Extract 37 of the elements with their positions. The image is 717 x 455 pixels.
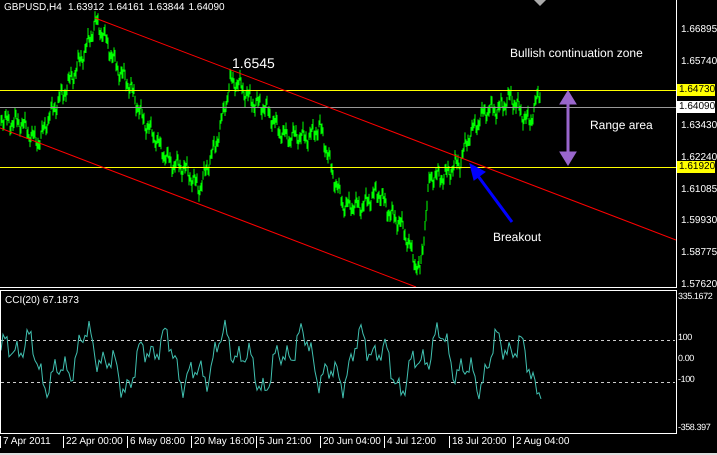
time-axis-label: 20 Jun 04:00 xyxy=(320,436,381,448)
indicator-axis-label: -100 xyxy=(677,373,694,385)
price-axis-label: 1.61920 xyxy=(677,161,716,173)
price-axis-label: 1.66895 xyxy=(680,24,717,36)
time-axis-label: 22 Apr 00:00 xyxy=(63,436,123,448)
time-axis-label: 18 Jul 20:00 xyxy=(449,436,506,448)
quote-value: 1.63912 xyxy=(68,2,104,13)
price-axis-label: 1.57620 xyxy=(680,279,717,291)
price-axis-label: 1.64090 xyxy=(677,101,716,113)
price-axis-label: 1.63430 xyxy=(680,120,717,132)
chart-annotation: Range area xyxy=(590,118,653,132)
time-axis-label: 2 Aug 04:00 xyxy=(513,436,570,448)
indicator-axis-label: 0.00 xyxy=(677,352,694,364)
price-axis-label: 1.65740 xyxy=(680,56,717,68)
time-axis-label: 6 May 08:00 xyxy=(127,436,186,448)
quote-value: 1.64161 xyxy=(108,2,144,13)
time-axis-label: 7 Apr 2011 xyxy=(0,436,51,448)
price-axis-label: 1.64730 xyxy=(677,84,716,96)
quote-value: 1.64090 xyxy=(188,2,225,13)
breakout-arrow xyxy=(469,163,514,223)
price-axis-label: 1.58775 xyxy=(680,247,717,259)
triangle-icon xyxy=(534,0,546,6)
indicator-axis-label: 335.1672 xyxy=(677,290,712,302)
time-axis-label: 20 May 16:00 xyxy=(191,436,255,448)
time-axis-label: 5 Jun 21:00 xyxy=(256,436,312,448)
indicator-axis-label: -358.397 xyxy=(677,421,710,433)
time-axis-label: 4 Jul 12:00 xyxy=(384,436,436,448)
price-axis-label: 1.59930 xyxy=(680,215,717,227)
price-axis-label: 1.62240 xyxy=(681,152,717,163)
indicator-label: CCI(20) 67.1873 xyxy=(5,295,79,306)
symbol-label: GBPUSD,H4 xyxy=(4,2,62,13)
indicator-axis-label: 100 xyxy=(677,331,692,343)
quote-value: 1.63844 xyxy=(148,2,184,13)
chart-annotation: Bullish continuation zone xyxy=(510,46,643,60)
chart-annotation: Breakout xyxy=(493,230,542,244)
price-axis-label: 1.61085 xyxy=(680,184,717,196)
chart-annotation: 1.6545 xyxy=(232,55,275,71)
